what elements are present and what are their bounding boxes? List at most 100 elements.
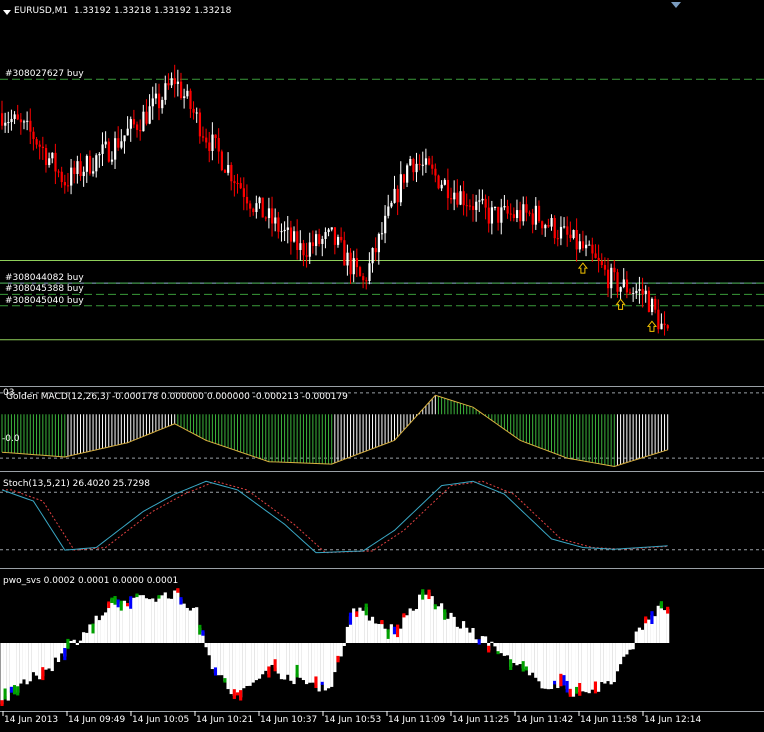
scroll-position-marker-icon[interactable] bbox=[671, 2, 681, 8]
candle-body bbox=[158, 93, 161, 109]
pwo-bar-tip bbox=[176, 588, 180, 593]
candle-body bbox=[355, 258, 359, 268]
pwo-bar bbox=[333, 643, 337, 673]
candle-body bbox=[318, 234, 321, 244]
chart-menu-arrow-icon[interactable] bbox=[3, 10, 11, 15]
pwo-bar-tip bbox=[232, 689, 236, 699]
pwo-pane-title: pwo_svs 0.0002 0.0001 0.0000 0.0001 bbox=[3, 576, 179, 586]
candle-body bbox=[7, 122, 10, 124]
pwo-bar bbox=[502, 643, 506, 656]
pwo-bar-tip bbox=[119, 600, 123, 611]
pwo-bar bbox=[232, 643, 236, 697]
candle-body bbox=[374, 248, 377, 253]
candle-body bbox=[638, 289, 641, 291]
candle-body bbox=[377, 233, 380, 253]
candle-body bbox=[123, 135, 126, 142]
candle-body bbox=[95, 155, 98, 172]
time-label: 14 Jun 12:14 bbox=[644, 715, 702, 725]
candle-body bbox=[446, 179, 450, 199]
candle-body bbox=[1, 113, 4, 126]
pwo-bar bbox=[615, 643, 620, 672]
candle-body bbox=[625, 279, 629, 293]
candles bbox=[1, 64, 669, 336]
candle-body bbox=[183, 96, 186, 99]
pwo-bar-tip bbox=[659, 601, 663, 609]
pwo-bar-tip bbox=[198, 624, 202, 635]
candle-body bbox=[424, 158, 428, 165]
candle-body bbox=[434, 168, 437, 176]
candle-body bbox=[230, 164, 233, 182]
order-label: #308045388 buy bbox=[5, 284, 84, 295]
pwo-bar bbox=[618, 643, 623, 665]
pwo-bar-tip bbox=[107, 601, 111, 609]
candle-body bbox=[368, 263, 371, 281]
candle-body bbox=[79, 161, 82, 177]
pwo-bar bbox=[421, 592, 425, 643]
pwo-bar bbox=[505, 643, 510, 656]
pwo-bar bbox=[38, 643, 42, 680]
pwo-bar bbox=[625, 643, 629, 655]
pwo-bar bbox=[383, 628, 387, 643]
pwo-bar bbox=[261, 643, 265, 675]
candle-body bbox=[453, 192, 456, 200]
pwo-bar-tip bbox=[201, 630, 205, 636]
pwo-bar bbox=[292, 643, 296, 685]
pwo-bar bbox=[6, 643, 10, 701]
candle-body bbox=[635, 290, 638, 294]
pwo-bar bbox=[154, 601, 158, 643]
time-label: 14 Jun 2013 bbox=[4, 715, 59, 725]
pwo-bar bbox=[370, 616, 375, 643]
pwo-bar-tip bbox=[314, 676, 318, 688]
candle-body bbox=[421, 164, 424, 166]
candle-body bbox=[484, 198, 487, 208]
candle-body bbox=[283, 229, 286, 232]
candle-body bbox=[588, 244, 591, 246]
pwo-bar bbox=[110, 599, 114, 643]
candle-body bbox=[559, 226, 563, 239]
candle-body bbox=[41, 146, 45, 149]
pwo-bar bbox=[75, 643, 79, 646]
candle-body bbox=[462, 191, 465, 206]
pwo-bar-tip bbox=[650, 611, 654, 624]
pwo-bar bbox=[474, 639, 478, 643]
pwo-bar bbox=[471, 628, 475, 643]
pwo-bar-tip bbox=[380, 620, 384, 625]
candle-body bbox=[129, 119, 132, 129]
pwo-bar bbox=[257, 643, 262, 679]
candle-body bbox=[465, 205, 468, 207]
pwo-bar-tip bbox=[63, 647, 67, 661]
pwo-bar bbox=[151, 598, 155, 643]
candle-body bbox=[594, 253, 597, 258]
candle-body bbox=[650, 298, 654, 313]
candle-body bbox=[629, 292, 632, 294]
pwo-bar bbox=[446, 618, 450, 643]
pwo-bar-tip bbox=[0, 700, 4, 706]
trading-chart[interactable] bbox=[0, 0, 764, 732]
candle-body bbox=[556, 238, 559, 240]
ohlc-readout: 1.33192 1.33218 1.33192 1.33218 bbox=[73, 6, 232, 16]
candle-body bbox=[264, 217, 267, 219]
candle-body bbox=[515, 210, 519, 219]
candle-body bbox=[550, 217, 553, 227]
pwo-bar bbox=[531, 643, 535, 673]
pwo-bar bbox=[270, 643, 274, 665]
pwo-bar bbox=[126, 603, 130, 643]
candle-body bbox=[660, 323, 663, 330]
pwo-bar bbox=[515, 643, 519, 666]
pwo-bar-tip bbox=[16, 686, 20, 696]
candle-body bbox=[195, 112, 198, 114]
candle-body bbox=[299, 243, 302, 251]
pwo-bar-tip bbox=[644, 616, 648, 624]
pwo-bar-tip bbox=[295, 664, 299, 678]
candle-body bbox=[51, 152, 54, 159]
candle-body bbox=[107, 141, 110, 162]
candle-body bbox=[468, 205, 472, 207]
candle-body bbox=[380, 233, 384, 235]
candle-body bbox=[481, 198, 484, 201]
pwo-bar-tip bbox=[433, 604, 437, 610]
candle-body bbox=[98, 153, 101, 156]
pwo-bar bbox=[44, 643, 48, 670]
candle-body bbox=[387, 206, 390, 216]
pwo-bar bbox=[182, 603, 186, 643]
order-label: #308044082 buy bbox=[5, 273, 84, 284]
